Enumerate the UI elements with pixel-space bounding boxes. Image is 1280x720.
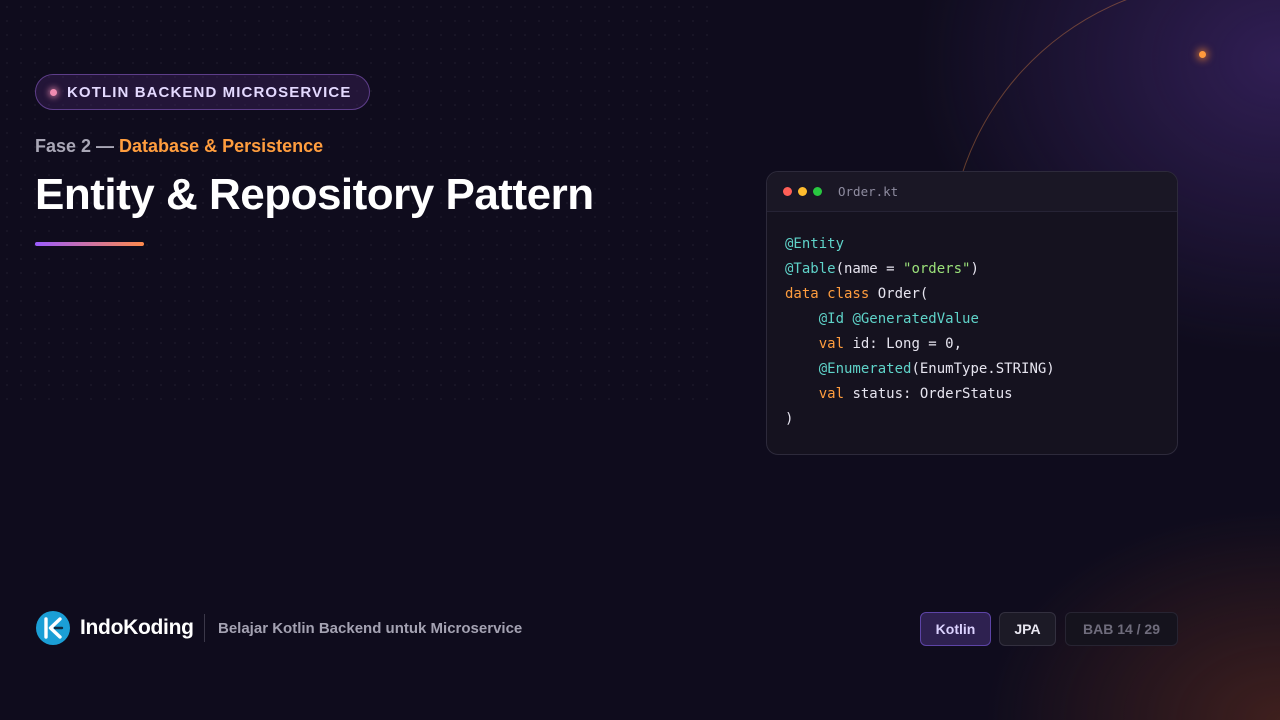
code-token: data class <box>785 286 870 302</box>
code-token: @Enumerated <box>818 361 912 377</box>
window-minimize-dot <box>798 187 807 196</box>
footer-tagline: Belajar Kotlin Backend untuk Microservic… <box>218 620 523 637</box>
code-line: data class Order( <box>785 282 1177 307</box>
title-underline <box>35 242 144 246</box>
window-maximize-dot <box>813 187 822 196</box>
code-line: @Enumerated(EnumType.STRING) <box>785 357 1177 382</box>
code-line: val status: OrderStatus <box>785 382 1177 407</box>
code-editor-window: Order.kt @Entity @Table(name = "orders") d… <box>766 171 1178 455</box>
code-line: @Id @GeneratedValue <box>785 307 1177 332</box>
code-token: @GeneratedValue <box>852 311 979 327</box>
brand-name: IndoKoding <box>80 616 194 639</box>
indokoding-logo-icon <box>36 611 70 645</box>
slide-title: Entity & Repository Pattern <box>35 170 594 219</box>
editor-title-bar: Order.kt <box>767 172 1177 212</box>
code-token: ) <box>970 261 979 277</box>
code-token: (name = <box>835 261 904 277</box>
code-token: status: OrderStatus <box>844 386 1013 402</box>
glow-dot <box>1199 51 1206 58</box>
chapter-indicator: BAB 14 / 29 <box>1065 612 1178 646</box>
code-token: "orders" <box>903 261 971 277</box>
code-block: @Entity @Table(name = "orders") data class… <box>767 212 1177 432</box>
code-line: ) <box>785 407 1177 432</box>
badge-bullet-icon <box>50 88 57 96</box>
series-badge: KOTLIN BACKEND MICROSERVICE <box>35 74 371 110</box>
series-badge-label: KOTLIN BACKEND MICROSERVICE <box>67 83 352 101</box>
code-line: @Table(name = "orders") <box>785 257 1177 282</box>
code-token: ) <box>785 411 794 427</box>
code-token: @Id <box>818 311 845 327</box>
window-close-dot <box>783 187 792 196</box>
code-token: id: Long = 0, <box>844 336 963 352</box>
code-token: val <box>818 386 845 402</box>
code-token: val <box>818 336 845 352</box>
footer-divider <box>204 614 205 642</box>
code-line: @Entity <box>785 232 1177 257</box>
code-token: (EnumType.STRING) <box>911 361 1055 377</box>
editor-filename: Order.kt <box>838 184 899 199</box>
code-token: Order( <box>869 286 929 302</box>
code-line: val id: Long = 0, <box>785 332 1177 357</box>
phase-heading: Fase 2 — Database & Persistence <box>35 136 323 157</box>
brand-logo: IndoKoding <box>35 610 194 646</box>
tag-jpa: JPA <box>999 612 1056 646</box>
code-token: @Entity <box>785 236 845 252</box>
phase-prefix: Fase 2 — <box>35 136 120 156</box>
phase-topic: Database & Persistence <box>119 136 324 156</box>
code-token: @Table <box>785 261 836 277</box>
tag-kotlin: Kotlin <box>920 612 991 646</box>
